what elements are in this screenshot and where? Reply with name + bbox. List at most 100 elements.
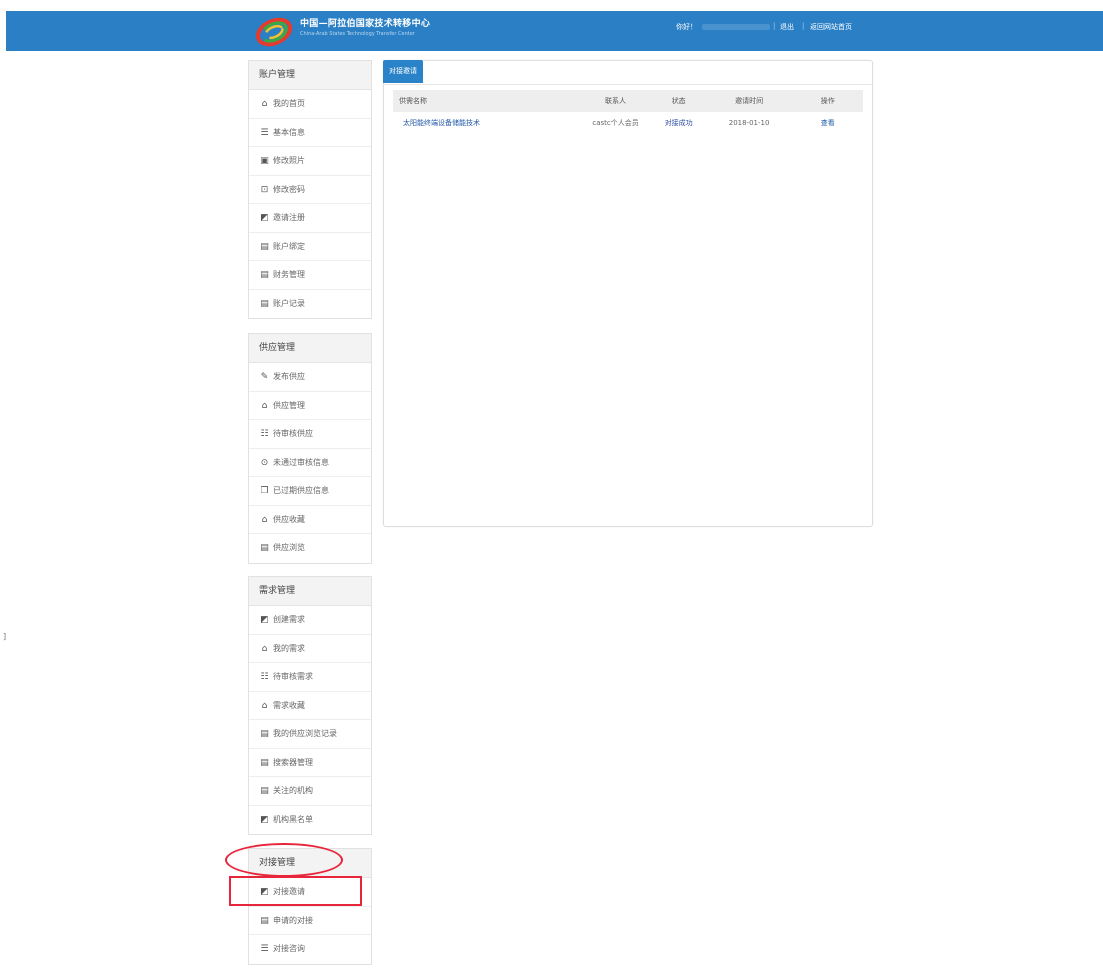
sidebar-item-supply-manage[interactable]: ⌂ 供应管理 [249,392,371,420]
sidebar-item-account-binding[interactable]: ▤ 账户绑定 [249,233,371,261]
column-header-status: 状态 [651,90,706,112]
sidebar-item-change-password[interactable]: ⊡ 修改密码 [249,176,371,204]
sidebar-item-label: 对接咨询 [273,944,305,953]
column-header-contact: 联系人 [579,90,652,112]
picture-icon: ▣ [260,156,269,166]
logo-icon [255,17,293,47]
sidebar-item-change-photo[interactable]: ▣ 修改照片 [249,147,371,176]
sidebar-item-label: 修改照片 [273,156,305,165]
circle-dot-icon: ⊙ [260,457,269,468]
list-icon: ☷ [260,429,269,439]
sidebar-item-label: 供应管理 [273,400,305,410]
sidebar-group-title: 供应管理 [249,334,371,363]
status-badge: 对接成功 [664,119,693,127]
sidebar-item-label: 账户记录 [273,298,305,308]
sidebar-group-demand: 需求管理 ◩ 创建需求 ⌂ 我的需求 ☷ 待审核需求 ⌂ 需求收藏 ▤ 我的供应浏览记录 … [248,576,372,835]
sidebar-item-create-demand[interactable]: ◩ 创建需求 [249,606,371,635]
sidebar-item-followed-orgs[interactable]: ▤ 关注的机构 [249,777,371,806]
sidebar-item-invite-register[interactable]: ◩ 邀请注册 [249,204,371,233]
logout-link[interactable]: 退出 [780,22,794,32]
sidebar-item-pending-supply[interactable]: ☷ 待审核供应 [249,420,371,449]
sidebar-group-account: 账户管理 ⌂ 我的首页 ☰ 基本信息 ▣ 修改照片 ⊡ 修改密码 ◩ 邀请注册 ▤ 账户绑定… [248,60,372,319]
sidebar-group-title: 需求管理 [249,577,371,606]
sidebar-item-publish-supply[interactable]: ✎ 发布供应 [249,363,371,392]
copy-icon: ❐ [260,486,269,496]
list-icon: ☷ [260,672,269,682]
sidebar-item-label: 关注的机构 [273,786,313,795]
sidebar-item-label: 已过期供应信息 [273,486,329,495]
lock-icon: ⊡ [260,184,269,195]
sidebar-group-title: 对接管理 [249,849,371,878]
edit-box-icon: ◩ [260,887,269,897]
home-icon: ⌂ [261,643,268,654]
sidebar-item-label: 需求收藏 [273,700,305,710]
brand-title: 中国—阿拉伯国家技术转移中心 [300,19,431,29]
main-panel: 对接邀请 供需名称 联系人 状态 邀请时间 操作 太阳能终端设备储能技术 cas… [383,60,873,527]
invite-table: 供需名称 联系人 状态 邀请时间 操作 太阳能终端设备储能技术 castc个人会… [393,90,863,134]
sidebar-item-label: 机构黑名单 [273,814,313,824]
header-separator: | [802,22,805,30]
home-icon: ⌂ [261,400,268,411]
back-home-link[interactable]: 返回网站首页 [810,22,852,32]
list-icon: ☰ [260,127,269,138]
sidebar-item-searcher-manage[interactable]: ▤ 搜索器管理 [249,749,371,777]
sidebar-item-docking-invite[interactable]: ◩ 对接邀请 [249,878,371,907]
sidebar-item-finance[interactable]: ▤ 财务管理 [249,261,371,290]
edge-bracket-mark: ] [3,632,7,641]
brand-subtitle: China-Arab States Technology Transfer Ce… [300,31,415,37]
sidebar-item-supply-favorites[interactable]: ⌂ 供应收藏 [249,506,371,534]
sidebar-item-rejected-info[interactable]: ⊙ 未通过审核信息 [249,449,371,477]
sidebar-item-label: 财务管理 [273,270,305,279]
greeting-text: 你好！ [676,23,697,31]
edit-box-icon: ◩ [260,814,269,825]
card-icon: ▤ [260,241,269,252]
pencil-icon: ✎ [260,372,269,382]
sidebar-item-label: 供应收藏 [273,514,305,524]
sidebar-item-basic-info[interactable]: ☰ 基本信息 [249,119,371,147]
sidebar-item-org-blacklist[interactable]: ◩ 机构黑名单 [249,806,371,835]
sidebar-item-pending-demand[interactable]: ☷ 待审核需求 [249,663,371,692]
sidebar-group-title: 账户管理 [249,61,371,90]
sidebar-item-label: 供应浏览 [273,543,305,552]
home-icon: ⌂ [261,700,268,711]
top-header [6,11,1103,51]
row-name-link[interactable]: 太阳能终端设备储能技术 [403,119,480,127]
card-icon: ▤ [260,729,269,739]
sidebar-item-account-records[interactable]: ▤ 账户记录 [249,290,371,319]
card-icon: ▤ [260,786,269,796]
sidebar-item-label: 搜索器管理 [273,757,313,767]
sidebar-item-label: 申请的对接 [273,915,313,925]
card-icon: ▤ [260,543,269,553]
sidebar-item-supply-browse-records[interactable]: ▤ 我的供应浏览记录 [249,720,371,749]
edit-box-icon: ◩ [260,213,269,223]
card-icon: ▤ [260,270,269,280]
sidebar-item-label: 创建需求 [273,615,305,624]
sidebar-item-expired-supply[interactable]: ❐ 已过期供应信息 [249,477,371,506]
sidebar-item-label: 对接邀请 [273,887,305,896]
sidebar-item-label: 我的需求 [273,643,305,653]
sidebar-item-label: 待审核需求 [273,672,313,681]
column-header-time: 邀请时间 [705,90,793,112]
sidebar-item-label: 邀请注册 [273,213,305,222]
sidebar-item-label: 未通过审核信息 [273,457,329,467]
home-icon: ⌂ [261,99,268,109]
view-link[interactable]: 查看 [821,119,835,127]
tab-bar: 对接邀请 [383,60,872,85]
table-header-row: 供需名称 联系人 状态 邀请时间 操作 [393,90,863,112]
table-row: 太阳能终端设备储能技术 castc个人会员 对接成功 2018-01-10 查看 [393,112,863,134]
sidebar-item-my-demand[interactable]: ⌂ 我的需求 [249,635,371,663]
sidebar-item-my-home[interactable]: ⌂ 我的首页 [249,90,371,119]
sidebar-item-label: 我的供应浏览记录 [273,729,337,738]
list-icon: ☰ [260,944,269,954]
sidebar-group-supply: 供应管理 ✎ 发布供应 ⌂ 供应管理 ☷ 待审核供应 ⊙ 未通过审核信息 ❐ 已过期供应信… [248,333,372,564]
sidebar-item-docking-consult[interactable]: ☰ 对接咨询 [249,935,371,964]
sidebar-item-label: 修改密码 [273,184,305,194]
header-separator: | [773,22,776,30]
column-header-action: 操作 [792,90,863,112]
username-redacted [702,24,770,30]
sidebar-item-label: 待审核供应 [273,429,313,438]
sidebar-item-supply-browse[interactable]: ▤ 供应浏览 [249,534,371,563]
tab-docking-invite[interactable]: 对接邀请 [383,60,423,83]
sidebar-item-applied-docking[interactable]: ▤ 申请的对接 [249,907,371,935]
sidebar-item-demand-favorites[interactable]: ⌂ 需求收藏 [249,692,371,720]
